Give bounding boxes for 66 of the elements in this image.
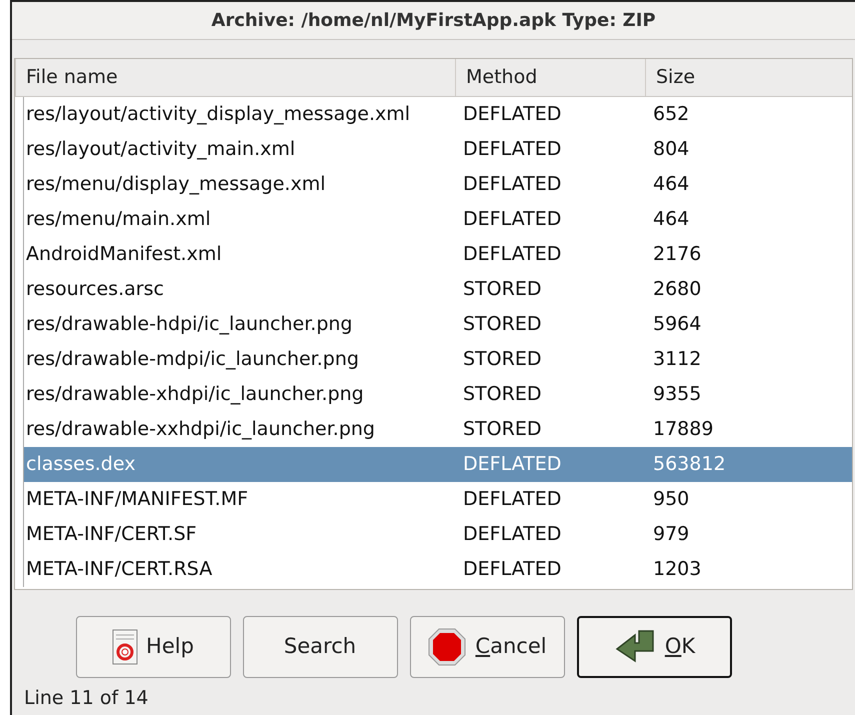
- column-header[interactable]: Method: [455, 59, 645, 96]
- table-cell-text: res/drawable-mdpi/ic_launcher.png: [25, 347, 360, 372]
- table-cell-text: classes.dex: [25, 452, 136, 478]
- file-row[interactable]: res/drawable-xxhdpi/ic_launcher.png STORED 17889: [24, 412, 852, 447]
- table-cell-text: STORED: [462, 277, 542, 302]
- file-row[interactable]: META-INF/CERT.SF DEFLATED 979: [24, 517, 852, 552]
- table-cell-text: DEFLATED: [462, 452, 562, 478]
- file-row[interactable]: res/menu/main.xml DEFLATED 464: [24, 202, 852, 237]
- table-cell-text: resources.arsc: [25, 277, 165, 302]
- status-text: Line 11 of 14: [24, 686, 150, 711]
- table-cell-text: 950: [652, 487, 690, 512]
- table-cell-text: 652: [652, 102, 690, 128]
- table-cell-text: res/drawable-xhdpi/ic_launcher.png: [25, 382, 365, 408]
- search-button[interactable]: Search: [242, 616, 398, 678]
- table-cell-text: STORED: [462, 312, 542, 338]
- file-row[interactable]: res/drawable-xhdpi/ic_launcher.png STORED 9355: [24, 377, 852, 412]
- file-row[interactable]: res/drawable-hdpi/ic_launcher.png STORED 5964: [24, 307, 852, 342]
- file-row[interactable]: META-INF/CERT.RSA DEFLATED 1203: [24, 552, 852, 587]
- table-cell-text: AndroidManifest.xml: [25, 242, 223, 268]
- table-cell-text: 2680: [652, 277, 702, 302]
- table-cell-text: 464: [652, 172, 690, 198]
- cancel-button[interactable]: Cancel: [410, 616, 564, 678]
- table-cell-text: STORED: [462, 347, 542, 372]
- table-cell-text: META-INF/CERT.RSA: [25, 557, 214, 582]
- table-cell-text: DEFLATED: [462, 137, 562, 162]
- table-cell-text: 5964: [652, 312, 702, 338]
- table-cell-text: res/drawable-hdpi/ic_launcher.png: [25, 312, 354, 338]
- table-cell-text: res/menu/display_message.xml: [25, 172, 326, 198]
- file-row[interactable]: resources.arsc STORED 2680: [24, 272, 852, 307]
- ok-button[interactable]: OK: [576, 616, 732, 678]
- table-cell-text: DEFLATED: [462, 242, 562, 268]
- table-cell-text: 804: [652, 137, 690, 162]
- table-cell-text: 979: [652, 522, 690, 548]
- file-row[interactable]: res/layout/activity_main.xml DEFLATED 804: [24, 132, 852, 167]
- table-cell-text: 9355: [652, 382, 702, 408]
- table-cell-text: 2176: [652, 242, 702, 268]
- table-cell-text: DEFLATED: [462, 102, 562, 128]
- stop-icon: [427, 627, 468, 667]
- file-row[interactable]: res/drawable-mdpi/ic_launcher.png STORED 3112: [24, 342, 852, 377]
- column-header[interactable]: Size: [645, 59, 852, 96]
- table-cell-text: 3112: [652, 347, 702, 372]
- table-cell-text: STORED: [462, 417, 542, 442]
- help-icon: [112, 629, 138, 665]
- file-row[interactable]: META-INF/MANIFEST.MF DEFLATED 950: [24, 482, 852, 517]
- table-cell-text: DEFLATED: [462, 172, 562, 198]
- table-cell-text: META-INF/MANIFEST.MF: [25, 487, 250, 512]
- table-cell-text: DEFLATED: [462, 557, 562, 582]
- table-cell-text: DEFLATED: [462, 207, 562, 232]
- table-cell-text: res/layout/activity_display_message.xml: [25, 102, 412, 128]
- table-cell-text: DEFLATED: [462, 487, 562, 512]
- table-cell-text: res/menu/main.xml: [25, 207, 212, 232]
- table-cell-text: META-INF/CERT.SF: [25, 522, 198, 548]
- file-row[interactable]: AndroidManifest.xml DEFLATED 2176: [24, 237, 852, 272]
- table-cell-text: DEFLATED: [462, 522, 562, 548]
- file-row[interactable]: res/layout/activity_display_message.xml DEFLATED 652: [24, 97, 852, 132]
- table-cell-text: 17889: [652, 417, 714, 442]
- table-cell-text: res/layout/activity_main.xml: [25, 137, 296, 162]
- column-header[interactable]: File name: [15, 59, 455, 96]
- table-cell-text: 563812: [652, 452, 727, 478]
- file-row[interactable]: res/menu/display_message.xml DEFLATED 464: [24, 167, 852, 202]
- table-cell-text: res/drawable-xxhdpi/ic_launcher.png: [25, 417, 376, 442]
- help-button[interactable]: Help: [76, 616, 230, 678]
- table-cell-text: 464: [652, 207, 690, 232]
- table-cell-text: STORED: [462, 382, 542, 408]
- window-title: Archive: /home/nl/MyFirstApp.apk Type: ZIP: [211, 9, 656, 33]
- table-cell-text: 1203: [652, 557, 702, 582]
